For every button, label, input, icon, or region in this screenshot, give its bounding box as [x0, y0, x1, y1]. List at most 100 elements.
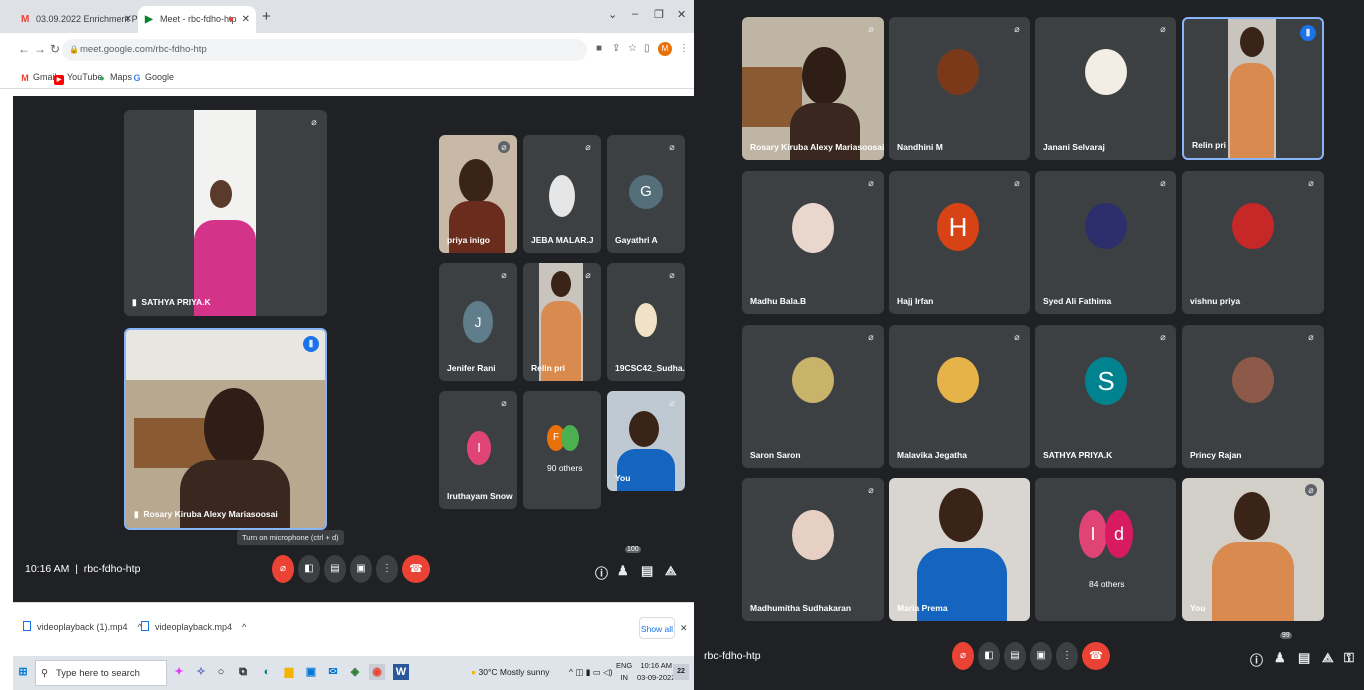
participant-tile[interactable]: ⌀ Rosary Kiruba Alexy Mariasoosai — [742, 17, 884, 160]
others-count: 90 others — [547, 463, 583, 473]
taskbar-clock[interactable]: 10:16 AM 03-09-2022 — [637, 660, 675, 684]
participant-tile-active[interactable]: ⦀ ▮ Rosary Kiruba Alexy Mariasoosai — [124, 328, 327, 530]
back-icon[interactable]: ← — [18, 42, 30, 56]
participant-tile[interactable]: ⌀ Janani Selvaraj — [1035, 17, 1176, 160]
tab-gmail[interactable]: M 03.09.2022 Enrichment Program ✕ — [14, 6, 166, 33]
captions-button[interactable]: ▤ — [324, 555, 346, 583]
host-controls-icon[interactable]: ⚿ — [1344, 650, 1354, 666]
present-button[interactable]: ▣ — [1030, 642, 1052, 670]
cortana-icon[interactable]: ✦ — [171, 664, 187, 680]
leave-call-button[interactable]: ☎ — [1082, 642, 1110, 670]
edge-icon[interactable]: ◐ — [259, 664, 275, 680]
close-window-icon[interactable]: ✕ — [677, 8, 686, 21]
show-all-button[interactable]: Show all — [639, 617, 675, 639]
participant-name: ▮ SATHYA PRIYA.K — [132, 297, 211, 307]
person-body — [449, 201, 505, 253]
more-options-button[interactable]: ⋮ — [376, 555, 398, 583]
participant-tile[interactable]: I ⌀ Iruthayam Snow — [439, 391, 517, 509]
forward-icon[interactable]: → — [34, 42, 46, 56]
participant-tile[interactable]: ⌀ Relin pri — [523, 263, 601, 381]
camera-toggle-button[interactable]: ◧ — [978, 642, 1000, 670]
notification-icon[interactable]: 22 — [673, 664, 689, 680]
participant-tile[interactable]: S ⌀ SATHYA PRIYA.K — [1035, 325, 1176, 468]
bookmark-gmail[interactable]: M Gmail — [20, 72, 56, 83]
camera-toggle-button[interactable]: ◧ — [298, 555, 320, 583]
people-icon[interactable]: ♟ — [1274, 650, 1286, 666]
chrome-icon[interactable]: ◉ — [369, 664, 385, 680]
people-icon[interactable]: ♟ — [617, 563, 629, 579]
cortana-circle-icon[interactable]: ○ — [213, 664, 229, 680]
person-head — [629, 411, 659, 447]
info-icon[interactable]: ⓘ — [1250, 650, 1263, 669]
star-icon[interactable]: ☆ — [628, 43, 637, 54]
activities-icon[interactable]: ⟁ — [1322, 650, 1334, 666]
close-icon[interactable]: ✕ — [242, 6, 250, 33]
self-tile[interactable]: ⌀ You — [1182, 478, 1324, 621]
minimize-icon[interactable]: – — [632, 8, 638, 20]
mail-icon[interactable]: ✉ — [325, 664, 341, 680]
participant-tile[interactable]: J ⌀ Jenifer Rani — [439, 263, 517, 381]
windows-start-icon[interactable]: ⊞ — [15, 664, 31, 680]
activities-icon[interactable]: ⟁ — [665, 563, 677, 579]
url-input[interactable]: 🔒 meet.google.com/rbc-fdho-htp — [62, 39, 587, 61]
download-item[interactable]: videoplayback (1).mp4 ^ — [23, 621, 142, 632]
others-tile[interactable]: I d 84 others — [1035, 478, 1176, 621]
participant-tile[interactable]: ⌀ ▮ SATHYA PRIYA.K — [124, 110, 327, 316]
download-item[interactable]: videoplayback.mp4 ^ — [141, 621, 246, 632]
others-tile[interactable]: F 90 others — [523, 391, 601, 509]
participant-tile[interactable]: ⌀ Madhu Bala.B — [742, 171, 884, 314]
sidepanel-icon[interactable]: ▯ — [644, 43, 650, 54]
participant-tile[interactable]: ⌀ Syed Ali Fathima — [1035, 171, 1176, 314]
menu-kebab-icon[interactable]: ⋮ — [679, 43, 689, 54]
bookmark-google[interactable]: G Google — [132, 72, 174, 83]
lock-icon: 🔒 — [69, 45, 79, 54]
captions-button[interactable]: ▤ — [1004, 642, 1026, 670]
leave-call-button[interactable]: ☎ — [402, 555, 430, 583]
app-icon[interactable]: ◈ — [347, 664, 363, 680]
taskbar-search-input[interactable]: ⚲ Type here to search — [35, 660, 167, 686]
participant-tile[interactable]: ⌀ Nandhini M — [889, 17, 1030, 160]
file-explorer-icon[interactable]: ▆ — [281, 664, 297, 680]
participant-tile[interactable]: ⌀ JEBA MALAR.J — [523, 135, 601, 253]
chat-icon[interactable]: ▤ — [1298, 650, 1310, 666]
participant-tile[interactable]: H ⌀ Hajj Irfan — [889, 171, 1030, 314]
task-view-icon[interactable]: ⧉ — [235, 664, 251, 680]
bookmark-youtube[interactable]: ▶ YouTube — [54, 72, 102, 85]
close-icon[interactable]: ✕ — [680, 623, 688, 634]
bookmark-maps[interactable]: ● Maps — [97, 72, 132, 83]
profile-avatar[interactable]: M — [658, 42, 672, 56]
participant-photo — [549, 175, 575, 217]
camera-icon[interactable]: ■ — [596, 43, 602, 54]
participant-tile[interactable]: ⌀ Malavika Jegatha — [889, 325, 1030, 468]
present-button[interactable]: ▣ — [350, 555, 372, 583]
participant-tile[interactable]: ⌀ Madhumitha Sudhakaran — [742, 478, 884, 621]
participant-tile[interactable]: ⌀ priya inigo — [439, 135, 517, 253]
participant-tile[interactable]: ⌀ vishnu priya — [1182, 171, 1324, 314]
self-tile[interactable]: ⌀ You — [607, 391, 685, 491]
tab-meet[interactable]: ▶ Meet - rbc-fdho-htp ● ✕ — [138, 6, 256, 33]
info-icon[interactable]: ⓘ — [595, 563, 608, 582]
chevron-up-icon[interactable]: ^ — [242, 622, 246, 632]
system-tray-icons[interactable]: ^ ◫ ▮ ▭ ◁) — [569, 667, 613, 678]
participant-tile[interactable]: ⌀ 19CSC42_Sudha.S — [607, 263, 685, 381]
tab-search-icon[interactable]: ⌄ — [608, 8, 617, 21]
reload-icon[interactable]: ↻ — [50, 42, 60, 56]
mic-toggle-button[interactable]: ⌀ — [272, 555, 294, 583]
participant-tile-active[interactable]: ⦀ Relin pri — [1182, 17, 1324, 160]
word-icon[interactable]: W — [393, 664, 409, 680]
restore-icon[interactable]: ❐ — [654, 8, 664, 21]
store-icon[interactable]: ▣ — [303, 664, 319, 680]
participant-tile[interactable]: G ⌀ Gayathri A — [607, 135, 685, 253]
participant-tile[interactable]: ⌀ Saron Saron — [742, 325, 884, 468]
chat-icon[interactable]: ▤ — [641, 563, 653, 579]
mic-toggle-button[interactable]: ⌀ — [952, 642, 974, 670]
participant-tile[interactable]: ⌀ Princy Rajan — [1182, 325, 1324, 468]
share-icon[interactable]: ⇪ — [612, 43, 620, 54]
language-indicator[interactable]: ENG IN — [616, 660, 632, 684]
meeting-code: rbc-fdho-htp — [704, 650, 761, 662]
weather-widget[interactable]: ● 30°C Mostly sunny — [471, 667, 549, 677]
new-tab-icon[interactable]: + — [262, 8, 271, 25]
more-options-button[interactable]: ⋮ — [1056, 642, 1078, 670]
participant-tile[interactable]: Maria Prema — [889, 478, 1030, 621]
close-icon[interactable]: ✕ — [124, 6, 132, 33]
